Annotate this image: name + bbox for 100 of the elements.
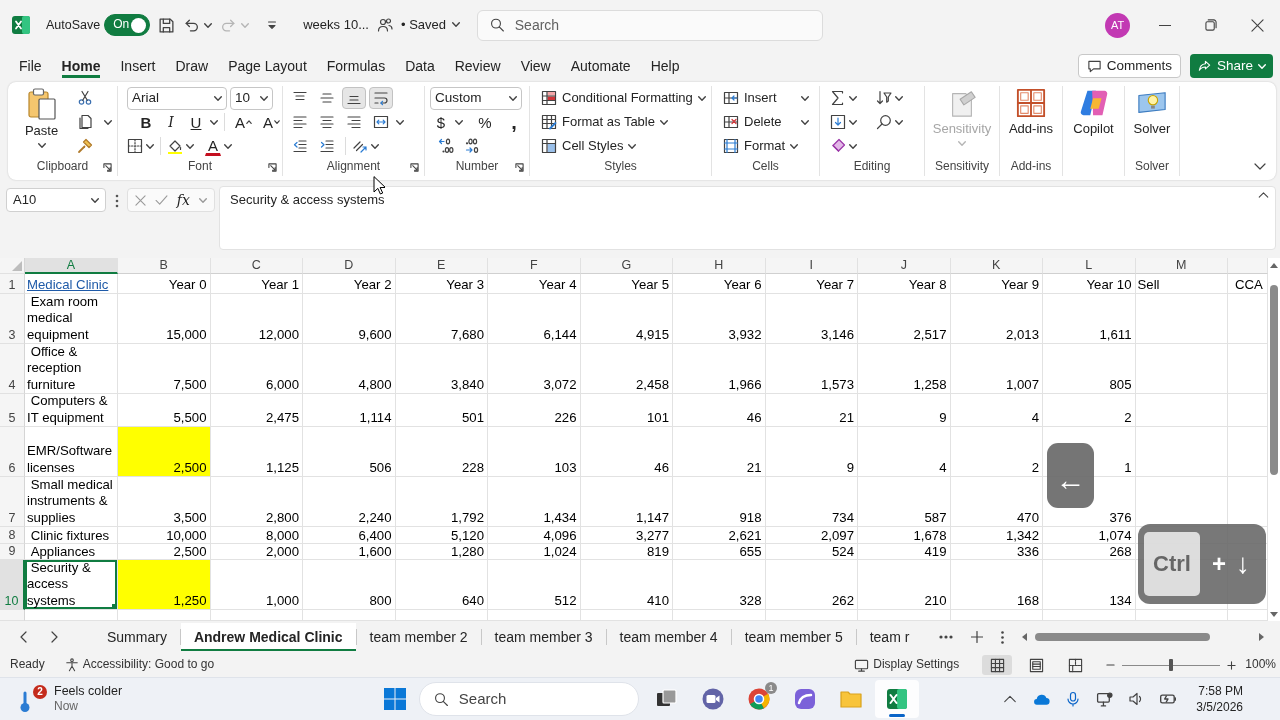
caret-icon[interactable] (260, 95, 268, 101)
save-status-button[interactable]: • Saved (401, 16, 460, 34)
caret-icon[interactable] (509, 95, 517, 101)
scroll-down-icon[interactable] (1270, 612, 1278, 617)
save-icon[interactable] (158, 16, 176, 34)
paste-button[interactable]: Paste (22, 86, 61, 148)
document-title[interactable]: weeks 10... (303, 16, 369, 34)
sheet-tab[interactable]: Summary (94, 623, 180, 651)
check-icon[interactable] (155, 195, 169, 205)
search-box[interactable]: Search (477, 9, 823, 41)
caret-icon[interactable] (801, 119, 809, 125)
start-icon[interactable] (384, 688, 406, 710)
column-header[interactable]: G (580, 258, 673, 274)
accessibility-button[interactable]: Accessibility: Good to go (64, 657, 215, 673)
menu-tab[interactable]: Formulas (316, 51, 396, 81)
row-number[interactable]: 10 (0, 560, 25, 610)
column-header[interactable]: B (118, 258, 211, 274)
column-header[interactable]: L (1043, 258, 1136, 274)
solver-button[interactable]: Solver (1131, 86, 1173, 138)
display-settings-button[interactable]: Display Settings (854, 657, 960, 673)
insert-function-button[interactable]: fx (176, 193, 190, 207)
taskbar-button[interactable] (875, 680, 919, 718)
caret-icon[interactable] (849, 143, 857, 149)
row-number[interactable]: 9 (0, 544, 25, 560)
normal-view-button[interactable] (982, 655, 1013, 675)
more-options-icon[interactable] (115, 194, 119, 208)
scissors-icon[interactable] (77, 90, 93, 106)
menu-tab[interactable]: Insert (110, 51, 166, 81)
restore-icon[interactable] (1205, 19, 1217, 31)
caret-icon[interactable] (455, 119, 463, 125)
sum-icon[interactable] (830, 90, 846, 106)
sheet-tab[interactable]: team r (856, 623, 923, 651)
add-ins-button[interactable]: Add-ins (1006, 86, 1056, 138)
caret-icon[interactable] (104, 119, 112, 125)
sheet-tab[interactable]: team member 3 (481, 623, 606, 651)
sheet-tab[interactable]: team member 2 (356, 623, 481, 651)
caret-icon[interactable] (452, 22, 460, 28)
copilot-button[interactable]: Copilot (1071, 86, 1116, 138)
chevron-left-icon[interactable] (20, 631, 27, 643)
monitor-icon[interactable] (1096, 690, 1114, 708)
number-format-dropdown[interactable]: Custom (430, 86, 522, 110)
microphone-icon[interactable] (1065, 691, 1082, 707)
more-tabs-icon[interactable] (939, 635, 953, 639)
scroll-left-icon[interactable] (1022, 633, 1027, 641)
insert-cells-button[interactable]: Insert (721, 86, 779, 110)
dialog-launcher-icon[interactable] (268, 162, 277, 172)
scroll-thumb[interactable] (1270, 285, 1278, 475)
caret-icon[interactable] (697, 95, 706, 101)
column-header[interactable]: K (950, 258, 1043, 274)
caret-icon[interactable] (37, 142, 46, 148)
taskbar-search-box[interactable]: Search (419, 682, 639, 716)
caret-icon[interactable] (224, 143, 232, 149)
decrease-indent-icon[interactable] (292, 138, 308, 154)
italic-button[interactable]: I (160, 111, 182, 133)
menu-tab[interactable]: Draw (165, 51, 219, 81)
column-header[interactable]: F (488, 258, 581, 274)
collapse-formula-icon[interactable] (1258, 192, 1269, 198)
row-number[interactable]: 3 (0, 294, 25, 344)
share-button[interactable]: Share (1189, 54, 1273, 78)
more-options-icon[interactable] (1001, 630, 1004, 644)
caret-icon[interactable] (659, 119, 668, 125)
cell-styles-button[interactable]: Cell Styles (539, 134, 639, 158)
caret-icon[interactable] (186, 143, 194, 149)
column-header[interactable]: E (395, 258, 488, 274)
decrease-decimal-icon[interactable] (465, 138, 481, 154)
sheet-tab[interactable]: team member 4 (606, 623, 731, 651)
sort-filter-icon[interactable] (876, 90, 892, 106)
minimize-icon[interactable] (1159, 24, 1171, 26)
scroll-right-icon[interactable] (1259, 633, 1264, 641)
fill-color-icon[interactable] (167, 138, 183, 154)
dialog-launcher-icon[interactable] (515, 162, 524, 172)
row-number[interactable]: 8 (0, 527, 25, 544)
align-bottom-button[interactable] (342, 87, 366, 109)
people-icon[interactable] (377, 17, 393, 33)
formula-field[interactable]: Security & access systems (219, 186, 1276, 250)
caret-icon[interactable] (801, 95, 809, 101)
caret-icon[interactable] (91, 197, 99, 203)
caret-icon[interactable] (790, 143, 799, 149)
caret-icon[interactable] (210, 119, 218, 125)
name-box[interactable]: A10 (6, 188, 106, 212)
close-icon[interactable] (1250, 18, 1264, 32)
avatar[interactable]: AT (1105, 12, 1130, 38)
row-number[interactable]: 6 (0, 427, 25, 477)
taskbar-search-input[interactable]: Search (458, 689, 624, 709)
fill-down-icon[interactable] (830, 114, 846, 130)
align-left-icon[interactable] (292, 114, 308, 130)
row-number[interactable]: 4 (0, 344, 25, 394)
merge-icon[interactable] (373, 114, 389, 130)
menu-tab[interactable]: View (510, 51, 561, 81)
underline-button[interactable]: U (185, 111, 207, 133)
delete-cells-button[interactable]: Delete (721, 110, 784, 134)
menu-tab[interactable]: Automate (560, 51, 641, 81)
caret-icon[interactable] (849, 119, 857, 125)
app-logo-icon[interactable] (12, 16, 30, 34)
menu-tab[interactable]: Review (444, 51, 511, 81)
column-header[interactable]: C (210, 258, 303, 274)
add-sheet-icon[interactable] (971, 631, 983, 643)
collapse-ribbon-icon[interactable] (1254, 163, 1266, 170)
eraser-icon[interactable] (830, 138, 846, 154)
menu-tab[interactable]: Help (640, 51, 690, 81)
